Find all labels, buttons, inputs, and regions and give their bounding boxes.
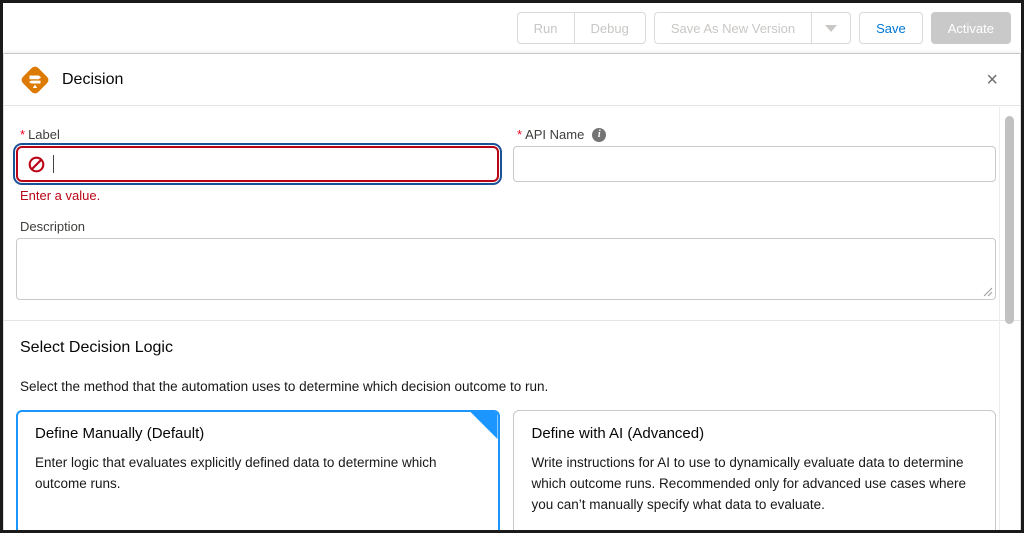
- description-field-label-text: Description: [20, 219, 86, 234]
- activate-button[interactable]: Activate: [930, 12, 1011, 44]
- label-field-label: * Label: [20, 127, 499, 142]
- text-cursor: [53, 155, 54, 173]
- save-button[interactable]: Save: [859, 12, 923, 44]
- dialog-title: Decision: [62, 70, 124, 88]
- dialog-body: * Label Enter a value. * API Name i Desc…: [4, 107, 1020, 530]
- description-field-label: Description: [20, 219, 996, 234]
- required-asterisk: *: [20, 127, 26, 142]
- run-debug-button-group: Run Debug: [516, 12, 646, 44]
- description-textarea-wrap: [16, 238, 996, 300]
- decision-logic-heading: Select Decision Logic: [20, 339, 173, 356]
- decision-logic-subtitle: Select the method that the automation us…: [20, 379, 549, 394]
- flow-builder-toolbar: Run Debug Save As New Version Save Activ…: [3, 3, 1021, 53]
- save-as-new-version-dropdown-button[interactable]: [811, 12, 852, 44]
- decision-logic-options: Define Manually (Default) Enter logic th…: [16, 410, 996, 530]
- info-icon[interactable]: i: [592, 127, 607, 142]
- required-asterisk: *: [517, 127, 523, 142]
- dialog-header: Decision ×: [4, 54, 1020, 106]
- app-window: Run Debug Save As New Version Save Activ…: [0, 0, 1024, 533]
- error-prohibited-icon: [28, 156, 45, 172]
- label-field-label-text: Label: [28, 127, 60, 142]
- name-fields-row: * Label Enter a value. * API Name i: [16, 127, 996, 203]
- label-field-group: * Label Enter a value.: [16, 127, 499, 203]
- decision-dialog: Decision × * Label Enter a value. * API …: [3, 53, 1021, 530]
- chevron-down-icon: [825, 24, 838, 32]
- run-button[interactable]: Run: [516, 12, 574, 44]
- scrollbar-track-divider: [999, 107, 1000, 530]
- option-card-define-with-ai[interactable]: Define with AI (Advanced) Write instruct…: [512, 410, 996, 530]
- decision-icon: [21, 66, 49, 93]
- close-icon[interactable]: ×: [978, 66, 1006, 94]
- description-textarea[interactable]: [16, 238, 996, 300]
- option-card-description: Enter logic that evaluates explicitly de…: [35, 455, 437, 491]
- save-as-new-version-button-group: Save As New Version: [653, 12, 852, 44]
- option-card-title: Define with AI (Advanced): [531, 425, 705, 442]
- section-divider: [4, 320, 1020, 321]
- api-name-input[interactable]: [513, 146, 996, 182]
- vertical-scrollbar[interactable]: [1005, 116, 1014, 324]
- option-card-description: Write instructions for AI to use to dyna…: [531, 455, 966, 512]
- option-card-define-manually[interactable]: Define Manually (Default) Enter logic th…: [16, 410, 500, 530]
- description-field-group: Description: [16, 219, 996, 300]
- api-name-field-group: * API Name i: [513, 127, 996, 203]
- option-card-title: Define Manually (Default): [35, 425, 205, 442]
- save-as-new-version-button[interactable]: Save As New Version: [653, 12, 812, 44]
- label-error-message: Enter a value.: [20, 188, 101, 203]
- api-name-field-label: * API Name i: [517, 127, 996, 142]
- label-input[interactable]: [16, 146, 499, 182]
- api-name-field-label-text: API Name: [525, 127, 585, 142]
- debug-button[interactable]: Debug: [573, 12, 646, 44]
